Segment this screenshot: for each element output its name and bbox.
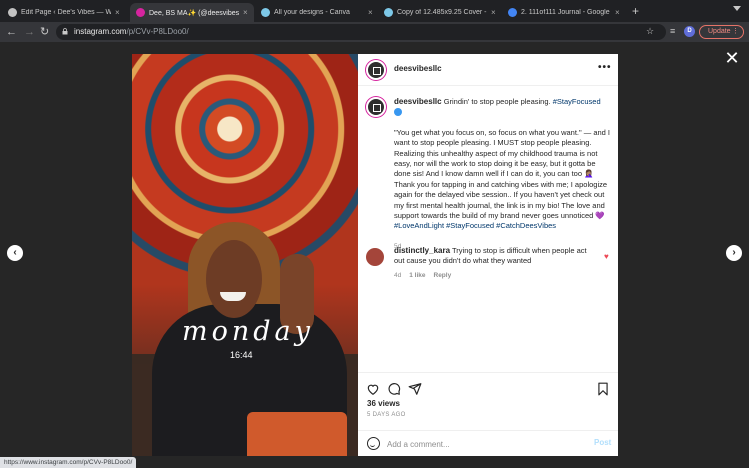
commenter-username[interactable]: distinctly_kara — [394, 246, 450, 255]
lock-icon — [62, 28, 68, 35]
tab-search-icon[interactable] — [733, 6, 741, 11]
caption-hashtags[interactable]: #LoveAndLight #StayFocused #CatchDeesVib… — [394, 221, 556, 230]
like-heart-icon[interactable] — [366, 382, 380, 396]
post-header: deesvibesllc ••• — [358, 54, 618, 86]
tab-title: Copy of 12.485x9.25 Cover - \ — [397, 9, 487, 16]
tab-favicon-icon — [8, 8, 17, 17]
back-arrow-icon[interactable]: ← — [6, 25, 17, 39]
verified-badge-icon — [394, 108, 402, 117]
url-path: /p/CVv-P8LDoo0/ — [126, 27, 189, 36]
caption-line: Grindin' to stop people pleasing. — [443, 97, 551, 106]
tab-favicon-icon — [384, 8, 393, 17]
photo-overlay-time: 16:44 — [230, 350, 253, 360]
author-username[interactable]: deesvibesllc — [394, 64, 442, 73]
reply-button[interactable]: Reply — [434, 272, 452, 279]
close-modal-icon[interactable]: ✕ — [722, 48, 742, 68]
tab-title: All your designs - Canva — [274, 9, 350, 16]
browser-tab[interactable]: All your designs - Canva × — [255, 3, 379, 22]
more-options-icon[interactable]: ••• — [598, 62, 612, 73]
tab-close-icon[interactable]: × — [368, 8, 373, 17]
post-caption: deesvibesllc Grindin' to stop people ple… — [394, 97, 610, 262]
reload-icon[interactable]: ↻ — [40, 25, 49, 39]
next-post-button[interactable]: › — [726, 245, 742, 261]
status-bar-url: https://www.instagram.com/p/CVv-P8LDoo0/ — [0, 457, 137, 468]
tab-favicon-icon — [261, 8, 270, 17]
profile-avatar[interactable]: D — [684, 26, 695, 37]
forward-arrow-icon[interactable]: → — [24, 25, 35, 39]
save-bookmark-icon[interactable] — [596, 382, 610, 396]
tab-close-icon[interactable]: × — [243, 8, 248, 17]
share-paper-plane-icon[interactable] — [408, 382, 422, 396]
comment-likes[interactable]: 1 like — [409, 272, 425, 279]
add-comment-bar: Post — [358, 430, 618, 456]
views-count[interactable]: 36 views — [367, 399, 400, 408]
tab-close-icon[interactable]: × — [491, 8, 496, 17]
tab-close-icon[interactable]: × — [615, 8, 620, 17]
emoji-smiley-icon[interactable] — [367, 437, 380, 450]
update-label: Update — [708, 28, 731, 35]
menu-dots-icon: ⋮ — [732, 28, 739, 35]
post-comment-button[interactable]: Post — [594, 438, 611, 447]
caption-hashtag[interactable]: #StayFocused — [553, 97, 601, 106]
comment: distinctly_kara Trying to stop is diffic… — [394, 246, 594, 267]
tab-title: Dee, BS MA✨ (@deesvibesllc — [149, 9, 239, 17]
post-side-panel: deesvibesllc ••• deesvibesllc Grindin' t… — [358, 54, 618, 456]
address-bar[interactable]: instagram.com/p/CVv-P8LDoo0/ ☆ — [56, 24, 666, 40]
previous-post-button[interactable]: ‹ — [7, 245, 23, 261]
bookmark-star-icon[interactable]: ☆ — [646, 26, 654, 37]
photo-overlay-day: monday — [182, 316, 314, 347]
orange-pillow — [247, 412, 347, 456]
comment-heart-icon[interactable]: ♥ — [604, 252, 609, 261]
comment-age[interactable]: 4d — [394, 272, 401, 279]
browser-tab-bar: Edit Page ‹ Dee's Vibes — Wo × Dee, BS MA✨… — [0, 0, 749, 22]
caption-author-avatar[interactable] — [366, 97, 386, 117]
url-text: instagram.com/p/CVv-P8LDoo0/ — [74, 27, 189, 36]
tab-favicon-icon — [508, 8, 517, 17]
media-queue-icon[interactable]: ≡ — [670, 26, 675, 36]
browser-tab[interactable]: Edit Page ‹ Dee's Vibes — Wo × — [2, 3, 126, 22]
new-tab-button[interactable]: + — [632, 4, 639, 18]
browser-tab[interactable]: Dee, BS MA✨ (@deesvibesllc × — [130, 3, 254, 22]
caption-author-username[interactable]: deesvibesllc — [394, 97, 442, 106]
post-photo[interactable]: monday 16:44 — [132, 54, 358, 456]
author-avatar[interactable] — [366, 60, 386, 80]
comment-meta: 4d 1 like Reply — [394, 272, 451, 279]
comment-input[interactable] — [387, 437, 577, 451]
browser-tab[interactable]: Copy of 12.485x9.25 Cover - \ × — [378, 3, 502, 22]
browser-toolbar: ← → ↻ instagram.com/p/CVv-P8LDoo0/ ☆ ≡ D… — [0, 22, 749, 42]
browser-tab[interactable]: 2. 111of111 Journal - Google D × — [502, 3, 626, 22]
update-button[interactable]: Update ⋮ — [699, 25, 744, 39]
url-host: instagram.com — [74, 27, 127, 36]
tab-title: Edit Page ‹ Dee's Vibes — Wo — [21, 9, 111, 16]
tab-favicon-icon — [136, 8, 145, 17]
tab-close-icon[interactable]: × — [115, 8, 120, 17]
commenter-avatar[interactable] — [366, 248, 384, 266]
face — [206, 240, 262, 318]
comment-bubble-icon[interactable] — [387, 382, 401, 396]
caption-body: "You get what you focus on, so focus on … — [394, 127, 611, 221]
post-time-ago: 5 DAYS AGO — [367, 412, 406, 418]
tab-title: 2. 111of111 Journal - Google D — [521, 9, 611, 16]
